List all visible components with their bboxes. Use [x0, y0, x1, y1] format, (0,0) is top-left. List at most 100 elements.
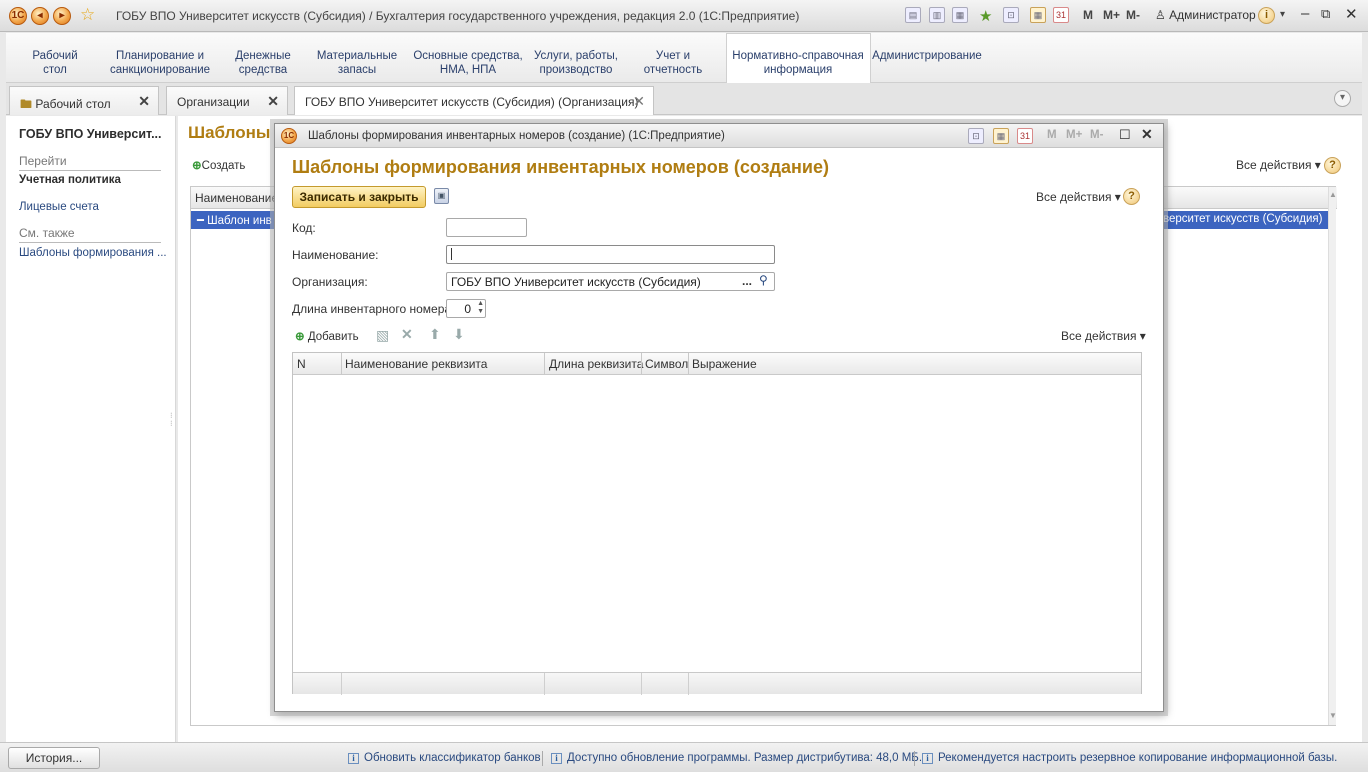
close-tab-icon[interactable]: ✕ [633, 93, 645, 110]
column-n-header[interactable]: N [297, 357, 306, 371]
dialog-close-icon[interactable]: ✕ [1141, 126, 1153, 143]
dialog-calculator-icon[interactable]: ▦ [993, 128, 1009, 144]
tabs-menu-icon[interactable]: ▾ [1334, 90, 1351, 107]
history-button[interactable]: История... [8, 747, 100, 769]
save-and-close-button[interactable]: Записать и закрыть [292, 186, 426, 208]
dialog-help-icon[interactable]: ? [1123, 188, 1140, 205]
section-materials[interactable]: Материальные запасы [315, 49, 399, 77]
column-separator [544, 353, 545, 375]
tab-desktop[interactable]: 🖿 Рабочий стол ✕ [9, 86, 159, 115]
favorites-star-icon[interactable]: ☆ [80, 5, 95, 25]
info-icon[interactable]: i [1258, 7, 1275, 24]
column-separator [641, 353, 642, 375]
user-menu[interactable]: ♙ Администратор [1155, 8, 1256, 22]
calculator-icon[interactable]: ▦ [1030, 7, 1046, 23]
dialog-all-actions-menu[interactable]: Все действия ▾ [1036, 190, 1121, 204]
print-icon[interactable]: ▥ [929, 7, 945, 23]
column-attribute-length-header[interactable]: Длина реквизита [549, 357, 643, 371]
section-fixed-assets[interactable]: Основные средства, НМА, НПА [410, 49, 526, 77]
nav-link-accounting-policy[interactable]: Учетная политика [19, 174, 121, 186]
organization-field[interactable]: ГОБУ ВПО Университет искусств (Субсидия)… [446, 272, 775, 291]
see-also-header: См. также [19, 226, 161, 243]
link-icon[interactable]: ⊡ [1003, 7, 1019, 23]
preview-icon[interactable]: ▦ [952, 7, 968, 23]
close-window-icon[interactable]: ✕ [1345, 5, 1358, 23]
section-planning[interactable]: Планирование и санкционирование [106, 49, 214, 77]
section-accounting[interactable]: Учет и отчетность [638, 49, 708, 77]
code-field[interactable] [446, 218, 527, 237]
info-icon: i [348, 753, 359, 764]
footer-separator [688, 673, 689, 695]
list-scrollbar[interactable]: ▲ ▼ [1328, 187, 1337, 725]
nav-link-personal-accounts[interactable]: Лицевые счета [19, 201, 99, 213]
restore-icon[interactable]: ⧉ [1321, 6, 1330, 22]
tab-organization-card[interactable]: ГОБУ ВПО Университет искусств (Субсидия)… [294, 86, 654, 115]
template-attributes-table[interactable]: N Наименование реквизита Длина реквизита… [292, 352, 1142, 695]
tab-label: Рабочий стол [35, 97, 111, 111]
status-message-banks[interactable]: i Обновить классификатор банков [348, 752, 541, 764]
info-icon: i [551, 753, 562, 764]
move-down-icon[interactable]: ⬇ [453, 326, 465, 343]
tab-organizations[interactable]: Организации ✕ [166, 86, 288, 115]
memory-mminus-button[interactable]: M- [1126, 8, 1140, 22]
info-icon: i [922, 753, 933, 764]
status-message-backup[interactable]: i Рекомендуется настроить резервное копир… [922, 752, 1337, 764]
minimize-icon[interactable]: – [1301, 5, 1309, 22]
memory-mplus-button[interactable]: M+ [1103, 8, 1120, 22]
section-reference[interactable]: Нормативно-справочная информация [728, 49, 868, 77]
inventory-length-field[interactable]: 0 ▲ ▼ [446, 299, 486, 318]
close-tab-icon[interactable]: ✕ [267, 93, 279, 110]
dialog-memory-mminus[interactable]: M- [1090, 129, 1103, 141]
column-attribute-name-header[interactable]: Наименование реквизита [345, 357, 487, 371]
dialog-memory-mplus[interactable]: M+ [1066, 129, 1082, 141]
tab-label: Организации [177, 95, 250, 109]
dialog-calendar-icon[interactable]: 31 [1017, 128, 1033, 144]
table-all-actions-menu[interactable]: Все действия ▾ [1061, 329, 1146, 343]
move-up-icon[interactable]: ⬆ [429, 326, 441, 343]
nav-link-templates[interactable]: Шаблоны формирования ... [19, 247, 167, 259]
create-button[interactable]: ⊕Создать [192, 158, 245, 172]
add-favorite-icon[interactable]: ★ [979, 7, 992, 25]
navigation-panel: ГОБУ ВПО Университ... Перейти Учетная по… [6, 116, 176, 742]
dialog-memory-m[interactable]: M [1047, 129, 1057, 141]
scroll-up-icon[interactable]: ▲ [1329, 190, 1337, 199]
panel-splitter[interactable]: ⁝ ⁝ [170, 412, 173, 428]
dialog-titlebar: 1С Шаблоны формирования инвентарных номе… [275, 124, 1163, 148]
dialog-window-title: Шаблоны формирования инвентарных номеров… [308, 130, 725, 142]
row-org-cell: верситет искусств (Субсидия) [1163, 213, 1323, 225]
name-field[interactable] [446, 245, 775, 264]
section-services[interactable]: Услуги, работы, производство [534, 49, 618, 77]
open-search-icon[interactable]: ⚲ [759, 273, 768, 287]
select-ellipsis-button[interactable]: ... [742, 274, 752, 288]
save-icon[interactable]: ▣ [434, 188, 449, 204]
memory-m-button[interactable]: M [1083, 8, 1093, 22]
status-bar: История... i Обновить классификатор банко… [0, 742, 1368, 772]
add-row-button[interactable]: ⊕ Добавить [295, 329, 359, 343]
dropdown-icon[interactable]: ▾ [1280, 9, 1285, 20]
delete-row-icon[interactable]: ✕ [401, 326, 413, 343]
column-expression-header[interactable]: Выражение [692, 357, 757, 371]
length-spinner-icon[interactable]: ▲ ▼ [477, 300, 484, 316]
column-symbol-header[interactable]: Символ [645, 357, 688, 371]
section-desktop[interactable]: Рабочий стол [28, 49, 82, 77]
help-icon[interactable]: ? [1324, 157, 1341, 174]
calendar-icon[interactable]: 31 [1053, 7, 1069, 23]
back-icon[interactable]: ◂ [31, 7, 49, 25]
scroll-down-icon[interactable]: ▼ [1329, 711, 1337, 720]
all-actions-menu[interactable]: Все действия ▾ [1236, 158, 1321, 172]
app-menu-icon[interactable]: 1С [9, 7, 27, 25]
name-label: Наименование: [292, 248, 379, 262]
row-name-cell: ━ Шаблон инв [197, 215, 272, 227]
column-name-header[interactable]: Наименование [195, 191, 278, 205]
dialog-link-icon[interactable]: ⊡ [968, 128, 984, 144]
desktop-icon: 🖿 [20, 97, 33, 111]
forward-icon[interactable]: ▸ [53, 7, 71, 25]
section-admin[interactable]: Администрирование [872, 49, 982, 63]
dialog-maximize-icon[interactable]: ☐ [1119, 127, 1131, 143]
save-icon[interactable]: ▤ [905, 7, 921, 23]
plus-icon: ⊕ [295, 331, 305, 343]
copy-row-icon[interactable]: ▧ [376, 327, 389, 344]
status-message-update[interactable]: i Доступно обновление программы. Размер д… [551, 752, 922, 764]
section-cash[interactable]: Денежные средства [232, 49, 294, 77]
close-tab-icon[interactable]: ✕ [138, 93, 150, 110]
